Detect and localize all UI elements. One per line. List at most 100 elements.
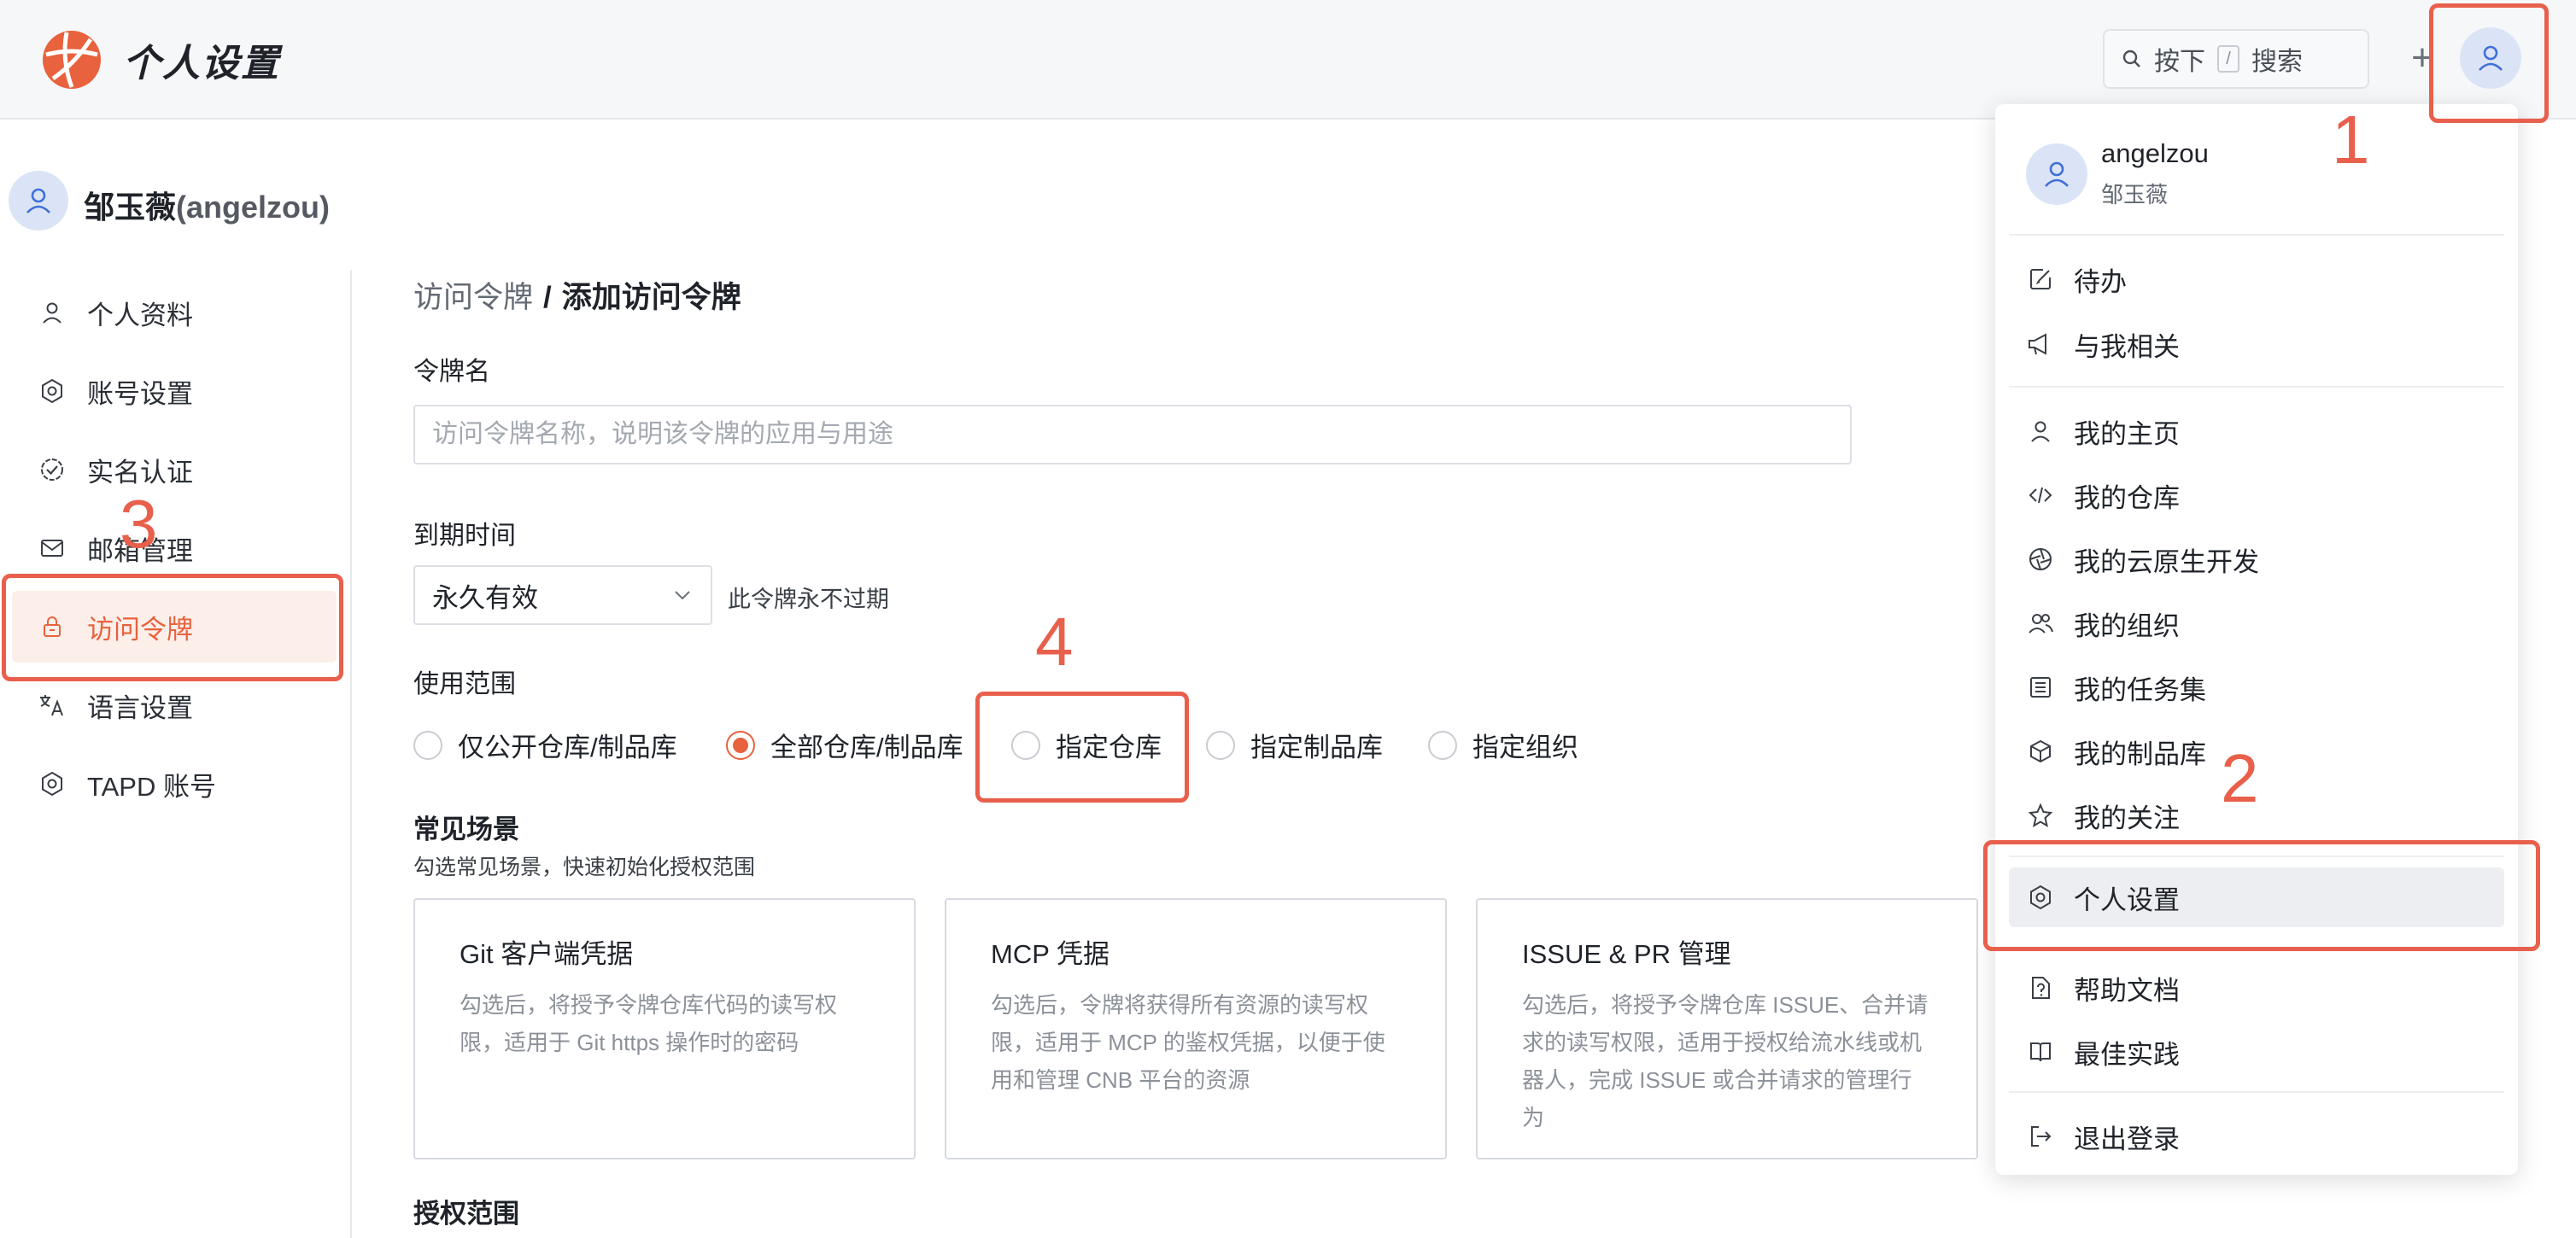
breadcrumb-separator: / — [543, 281, 552, 314]
menu-item-label: 帮助文档 — [2074, 975, 2180, 1006]
radio-button[interactable] — [1206, 730, 1235, 760]
radio-label: 指定组织 — [1472, 733, 1578, 762]
menu-item-help-docs[interactable]: 帮助文档 — [2009, 958, 2504, 1018]
sidebar-item-profile[interactable]: 个人资料 — [12, 277, 337, 348]
menu-item-label: 我的制品库 — [2074, 739, 2206, 769]
menu-item-mentions[interactable]: 与我相关 — [2009, 314, 2504, 374]
menu-item-label: 我的关注 — [2074, 803, 2180, 833]
book-icon — [2026, 1037, 2055, 1066]
profile-name: 邹玉薇(angelzou) — [84, 183, 330, 227]
menu-item-repos[interactable]: 我的仓库 — [2009, 465, 2504, 525]
sidebar-item-label: 账号设置 — [87, 378, 193, 409]
auth-scope-title: 授权范围 — [413, 1199, 519, 1229]
breadcrumb: 访问令牌 / 添加访问令牌 — [413, 273, 741, 317]
search-icon — [2122, 49, 2142, 69]
scenario-card-issue-pr[interactable]: ISSUE & PR 管理 勾选后，将授予令牌仓库 ISSUE、合并请求的读写权… — [1476, 898, 1978, 1159]
sidebar-item-verification[interactable]: 实名认证 — [12, 434, 337, 505]
scenario-card-git[interactable]: Git 客户端凭据 勾选后，将授予令牌仓库代码的读写权限，适用于 Git htt… — [413, 898, 916, 1159]
star-icon — [2026, 801, 2055, 830]
menu-divider — [2009, 386, 2504, 388]
radio-button[interactable] — [413, 730, 442, 760]
menu-item-best-practices[interactable]: 最佳实践 — [2009, 1022, 2504, 1082]
token-name-input[interactable] — [413, 405, 1852, 464]
logout-icon — [2026, 1122, 2055, 1151]
menu-item-todo[interactable]: 待办 — [2009, 249, 2504, 309]
search-press-label: 按下 — [2154, 48, 2205, 76]
breadcrumb-current: 添加访问令牌 — [561, 281, 741, 314]
token-name-label: 令牌名 — [413, 358, 490, 386]
hexagon-gear-icon — [38, 377, 67, 406]
aperture-icon — [2026, 545, 2055, 574]
scope-option-specific-org[interactable]: 指定组织 — [1428, 726, 1578, 764]
radio-label: 指定制品库 — [1250, 733, 1383, 762]
dropdown-realname: 邹玉薇 — [2101, 182, 2169, 207]
chevron-down-icon — [673, 589, 692, 601]
sidebar-item-label: 个人资料 — [87, 300, 193, 330]
radio-button[interactable] — [1428, 730, 1457, 760]
annotation-box-3 — [2, 574, 343, 681]
menu-item-label: 我的云原生开发 — [2074, 546, 2259, 577]
user-icon — [26, 188, 50, 213]
scope-label: 使用范围 — [413, 670, 516, 698]
page-title: 个人设置 — [123, 43, 280, 85]
profile-realname: 邹玉薇 — [84, 190, 177, 225]
sidebar-item-tapd[interactable]: TAPD 账号 — [12, 748, 337, 820]
sidebar-item-label: 实名认证 — [87, 457, 193, 488]
menu-item-label: 我的主页 — [2074, 418, 2180, 449]
card-description: 勾选后，令牌将获得所有资源的读写权限，适用于 MCP 的鉴权凭据，以便于使用和管… — [991, 992, 1385, 1093]
annotation-box-1 — [2429, 3, 2549, 123]
card-title: ISSUE & PR 管理 — [1522, 939, 1731, 969]
menu-item-cloud-native[interactable]: 我的云原生开发 — [2009, 529, 2504, 589]
expiry-label: 到期时间 — [413, 522, 516, 550]
scenario-card-mcp[interactable]: MCP 凭据 勾选后，令牌将获得所有资源的读写权限，适用于 MCP 的鉴权凭据，… — [945, 898, 1447, 1159]
annotation-number-3: 3 — [120, 486, 158, 562]
menu-item-orgs[interactable]: 我的组织 — [2009, 593, 2504, 653]
radio-label: 全部仓库/制品库 — [770, 733, 963, 762]
menu-item-label: 我的组织 — [2074, 610, 2180, 641]
profile-handle: (angelzou) — [176, 190, 330, 225]
menu-item-label: 与我相关 — [2074, 331, 2180, 362]
breadcrumb-parent-link[interactable]: 访问令牌 — [413, 281, 533, 314]
annotation-number-4: 4 — [1035, 604, 1074, 680]
expiry-selected-value: 永久有效 — [432, 582, 538, 613]
radio-label: 仅公开仓库/制品库 — [458, 733, 677, 762]
menu-item-label: 我的仓库 — [2074, 482, 2180, 513]
annotation-box-4 — [975, 692, 1189, 803]
users-icon — [2026, 609, 2055, 638]
radio-button-checked[interactable] — [726, 730, 755, 760]
mail-icon — [38, 534, 67, 563]
menu-item-logout[interactable]: 退出登录 — [2009, 1107, 2504, 1166]
annotation-number-1: 1 — [2332, 102, 2370, 178]
menu-item-homepage[interactable]: 我的主页 — [2009, 401, 2504, 461]
scenarios-subtitle: 勾选常见场景，快速初始化授权范围 — [413, 856, 756, 879]
avatar — [2026, 143, 2087, 205]
card-description: 勾选后，将授予令牌仓库 ISSUE、合并请求的读写权限，适用于授权给流水线或机器… — [1522, 992, 1929, 1130]
menu-item-tasks[interactable]: 我的任务集 — [2009, 657, 2504, 717]
sidebar-divider — [350, 270, 352, 1238]
search-input[interactable]: 按下 / 搜索 — [2103, 29, 2369, 89]
annotation-number-2: 2 — [2221, 740, 2259, 816]
translate-icon — [38, 691, 67, 720]
hexagon-gear-icon — [38, 769, 67, 798]
edit-icon — [2026, 265, 2055, 294]
scope-option-specific-artifact[interactable]: 指定制品库 — [1206, 726, 1383, 764]
search-shortcut-key: / — [2217, 45, 2239, 73]
scope-option-all[interactable]: 全部仓库/制品库 — [726, 726, 963, 764]
sidebar-item-label: 语言设置 — [87, 692, 193, 723]
avatar — [9, 171, 68, 231]
card-description: 勾选后，将授予令牌仓库代码的读写权限，适用于 Git https 操作时的密码 — [460, 992, 838, 1055]
megaphone-icon — [2026, 330, 2055, 359]
annotation-box-2 — [1983, 840, 2540, 951]
user-dropdown-menu: angelzou 邹玉薇 待办 与我相关 我的主页 我的仓库 我的云原生开发 我… — [1995, 104, 2518, 1175]
menu-item-label: 退出登录 — [2074, 1124, 2180, 1154]
expiry-hint: 此令牌永不过期 — [728, 587, 889, 612]
app-logo-icon[interactable] — [41, 29, 102, 91]
expiry-select[interactable]: 永久有效 — [413, 565, 712, 625]
sidebar-item-account[interactable]: 账号设置 — [12, 355, 337, 427]
user-icon — [38, 298, 67, 327]
doc-question-icon — [2026, 973, 2055, 1002]
menu-item-label: 我的任务集 — [2074, 674, 2206, 705]
verified-badge-icon — [38, 455, 67, 484]
sidebar-item-label: TAPD 账号 — [87, 771, 216, 802]
scope-option-public[interactable]: 仅公开仓库/制品库 — [413, 726, 677, 764]
